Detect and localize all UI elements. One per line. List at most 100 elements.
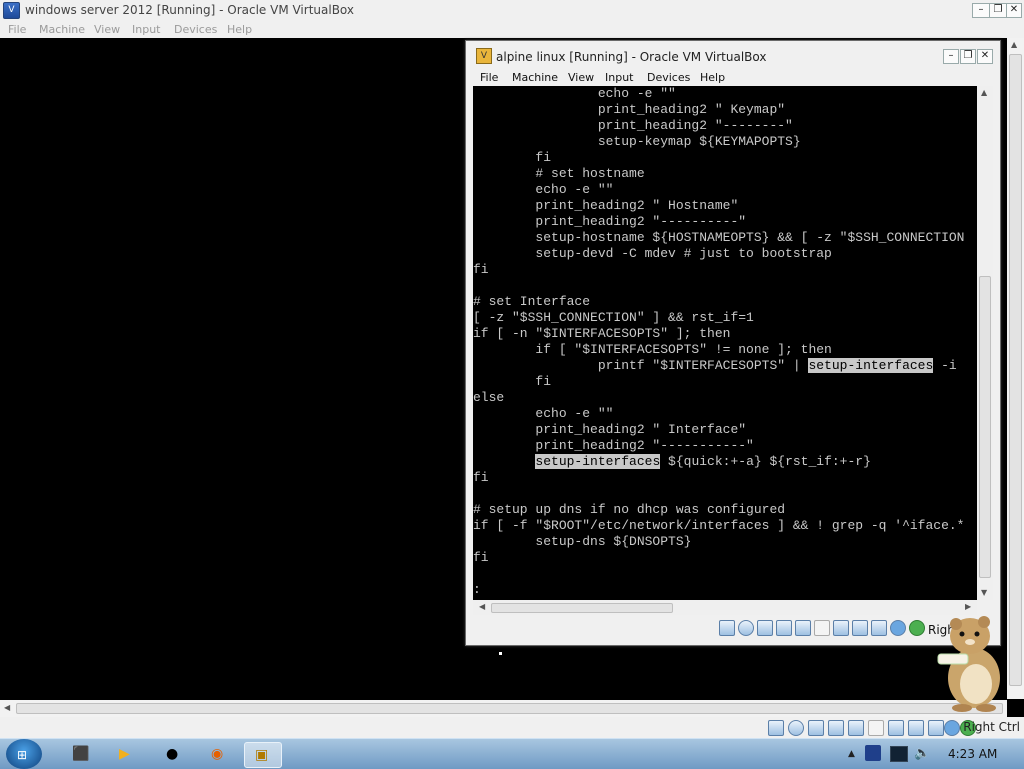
inner-hscroll-thumb[interactable] [491,603,673,613]
inner-menu-machine[interactable]: Machine [512,71,558,84]
inner-virtualization-icon[interactable] [871,620,887,636]
terminal-line: print_heading2 " Interface" [473,422,977,438]
terminal-line: : [473,582,977,598]
inner-minimize-button[interactable]: – [943,49,959,64]
terminal-line-text: print_heading2 "-----------" [473,438,754,453]
hard-disk-icon[interactable] [768,720,784,736]
inner-scroll-down-arrow-icon[interactable]: ▼ [981,588,987,597]
inner-audio-icon[interactable] [757,620,773,636]
inner-vscroll-thumb[interactable] [979,276,991,578]
terminal-line: [ -z "$SSH_CONNECTION" ] && rst_if=1 [473,310,977,326]
taskbar-virtualbox[interactable]: ▣ [244,742,282,768]
taskbar-firefox[interactable]: ◉ [205,742,231,766]
inner-hard-disk-icon[interactable] [719,620,735,636]
record-icon: ● [166,746,179,762]
inner-video-capture-icon[interactable] [852,620,868,636]
audio-icon[interactable] [808,720,824,736]
display-icon[interactable] [888,720,904,736]
mouse-integration-icon[interactable] [944,720,960,736]
virtualbox-app-icon: V [476,48,492,64]
terminal-line-text [473,454,535,469]
taskbar: ⊞ ⬛ ▶ ● ◉ ▣ ▲ 🔈 4:23 AM [0,738,1024,769]
terminal-line: if [ -n "$INTERFACESOPTS" ]; then [473,326,977,342]
terminal-line-text: setup-dns ${DNSOPTS} [473,534,692,549]
inner-display-icon[interactable] [833,620,849,636]
shared-folder-icon[interactable] [868,720,884,736]
inner-menu-view[interactable]: View [568,71,594,84]
inner-menu-bar: File Machine View Input Devices Help [466,70,1000,86]
usb-icon[interactable] [848,720,864,736]
terminal-screen[interactable]: echo -e "" print_heading2 " Keymap" prin… [473,86,977,600]
terminal-line-text: setup-keymap ${KEYMAPOPTS} [473,134,801,149]
virtualbox-taskbar-icon: ▣ [255,747,269,763]
inner-window-title: alpine linux [Running] - Oracle VM Virtu… [496,50,767,64]
inner-optical-drive-icon[interactable] [738,620,754,636]
outer-horizontal-scrollbar[interactable]: ◀ [0,700,1007,717]
tray-app-icon[interactable] [865,745,881,761]
firefox-icon: ◉ [211,746,224,762]
menu-machine[interactable]: Machine [39,23,85,36]
terminal-line-text: [ -z "$SSH_CONNECTION" ] && rst_if=1 [473,310,754,325]
search-highlight: setup-interfaces [535,454,661,469]
inner-menu-devices[interactable]: Devices [647,71,690,84]
terminal-line-text: print_heading2 "--------" [473,118,793,133]
terminal-line: fi [473,150,977,166]
inner-scroll-up-arrow-icon[interactable]: ▲ [981,88,987,97]
terminal-line-text: fi [473,470,489,485]
virtualbox-app-icon: V [3,2,20,19]
inner-scroll-left-arrow-icon[interactable]: ◀ [479,602,485,611]
inner-scroll-right-arrow-icon[interactable]: ▶ [965,602,971,611]
terminal-line: echo -e "" [473,182,977,198]
terminal-line-text: if [ "$INTERFACESOPTS" != none ]; then [473,342,832,357]
menu-input[interactable]: Input [132,23,160,36]
terminal-line: else [473,390,977,406]
outer-hscroll-thumb[interactable] [16,703,1003,714]
menu-help[interactable]: Help [227,23,252,36]
inner-shared-folder-icon[interactable] [814,620,830,636]
taskbar-cube-app[interactable]: ⬛ [66,742,92,766]
optical-drive-icon[interactable] [788,720,804,736]
tray-monitor-icon[interactable] [890,746,908,762]
inner-close-button[interactable]: ✕ [977,49,993,64]
terminal-line-text: fi [473,262,489,277]
taskbar-clock[interactable]: 4:23 AM [948,747,997,761]
close-button[interactable]: ✕ [1006,3,1022,18]
virtualization-icon[interactable] [928,720,944,736]
terminal-text: echo -e "" print_heading2 " Keymap" prin… [473,86,977,598]
inner-usb-icon[interactable] [795,620,811,636]
terminal-line: # set hostname [473,166,977,182]
inner-menu-input[interactable]: Input [605,71,633,84]
inner-maximize-button[interactable]: ❐ [960,49,976,64]
maximize-button[interactable]: ❐ [989,3,1007,18]
taskbar-media-player[interactable]: ▶ [113,742,139,766]
terminal-line: print_heading2 "----------" [473,214,977,230]
menu-devices[interactable]: Devices [174,23,217,36]
minimize-button[interactable]: – [972,3,990,18]
tray-expand-icon[interactable]: ▲ [848,749,855,759]
taskbar-obs[interactable]: ● [160,742,186,766]
inner-network-icon[interactable] [776,620,792,636]
inner-mouse-integration-icon[interactable] [890,620,906,636]
start-button[interactable]: ⊞ [6,739,42,769]
menu-file[interactable]: File [8,23,26,36]
scroll-left-arrow-icon[interactable]: ◀ [4,703,10,712]
terminal-line: print_heading2 " Keymap" [473,102,977,118]
inner-horizontal-scrollbar[interactable]: ◀ ▶ [473,600,977,615]
terminal-line-text: ${quick:+-a} ${rst_if:+-r} [660,454,871,469]
video-capture-icon[interactable] [908,720,924,736]
terminal-line: # set Interface [473,294,977,310]
terminal-line-text: printf "$INTERFACESOPTS" | [473,358,809,373]
inner-vertical-scrollbar[interactable]: ▲ ▼ [977,86,993,600]
tray-volume-icon[interactable]: 🔈 [914,746,930,761]
inner-host-key-indicator-icon[interactable] [909,620,925,636]
menu-view[interactable]: View [94,23,120,36]
outer-vscroll-thumb[interactable] [1009,54,1022,686]
terminal-line-text: fi [473,150,552,165]
network-icon[interactable] [828,720,844,736]
scroll-up-arrow-icon[interactable]: ▲ [1011,40,1017,49]
inner-menu-help[interactable]: Help [700,71,725,84]
terminal-line-text: setup-devd -C mdev # just to bootstrap [473,246,832,261]
outer-vertical-scrollbar[interactable]: ▲ [1007,38,1024,699]
inner-menu-file[interactable]: File [480,71,498,84]
